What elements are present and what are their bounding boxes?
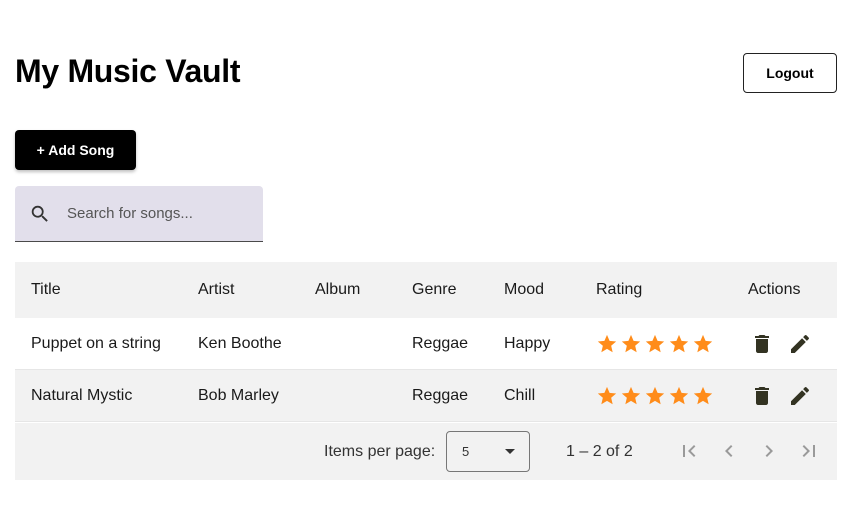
song-genre-cell: Reggae [412, 386, 469, 404]
song-actions-cell [748, 318, 812, 369]
star-icon [597, 386, 617, 404]
song-mood-cell: Happy [504, 334, 551, 352]
add-song-button[interactable]: + Add Song [15, 130, 136, 170]
star-icon [621, 334, 641, 352]
star-icon [645, 386, 665, 404]
column-header-album[interactable]: Album [315, 262, 360, 318]
column-header-actions: Actions [748, 281, 801, 298]
star-icon [693, 386, 713, 404]
song-artist-cell: Ken Boothe [198, 334, 282, 352]
next-page-icon[interactable] [757, 439, 781, 463]
song-genre-cell: Reggae [412, 334, 469, 352]
dropdown-arrow-icon [505, 449, 515, 454]
edit-icon[interactable] [788, 332, 812, 356]
edit-icon[interactable] [788, 384, 812, 408]
song-rating-cell [596, 318, 714, 369]
logout-button[interactable]: Logout [743, 53, 837, 93]
star-rating [596, 385, 714, 407]
song-title-cell: Puppet on a string [31, 334, 161, 352]
star-icon [669, 386, 689, 404]
previous-page-icon[interactable] [717, 439, 741, 463]
star-icon [621, 386, 641, 404]
items-per-page-select[interactable]: 5 [446, 431, 530, 472]
song-mood-cell: Chill [504, 386, 536, 404]
search-input[interactable] [67, 186, 257, 240]
column-header-mood[interactable]: Mood [504, 262, 544, 318]
items-per-page-label: Items per page: [324, 442, 436, 460]
table-row: Natural Mystic Bob Marley Reggae Chill [15, 370, 837, 422]
song-rating-cell [596, 370, 714, 421]
search-icon [31, 205, 48, 222]
column-header-genre[interactable]: Genre [412, 262, 456, 318]
table-row: Puppet on a string Ken Boothe Reggae Hap… [15, 318, 837, 370]
column-header-title[interactable]: Title [31, 262, 61, 318]
song-actions-cell [748, 370, 812, 421]
first-page-icon[interactable] [677, 439, 701, 463]
star-rating [596, 333, 714, 355]
column-header-artist[interactable]: Artist [198, 262, 234, 318]
delete-icon[interactable] [750, 384, 774, 408]
star-icon [597, 334, 617, 352]
star-icon [693, 334, 713, 352]
paginator: Items per page: 5 1 – 2 of 2 [15, 423, 837, 480]
page-range-label: 1 – 2 of 2 [566, 442, 633, 460]
song-title-cell: Natural Mystic [31, 386, 133, 404]
column-header-rating[interactable]: Rating [596, 262, 642, 318]
table-header-row: Title Artist Album Genre Mood Rating Act… [15, 262, 837, 318]
search-field[interactable] [15, 186, 263, 242]
page-title: My Music Vault [15, 53, 241, 89]
items-per-page-value: 5 [462, 444, 470, 459]
star-icon [669, 334, 689, 352]
star-icon [645, 334, 665, 352]
songs-table: Title Artist Album Genre Mood Rating Act… [15, 262, 837, 422]
last-page-icon[interactable] [797, 439, 821, 463]
delete-icon[interactable] [750, 332, 774, 356]
song-artist-cell: Bob Marley [198, 386, 279, 404]
